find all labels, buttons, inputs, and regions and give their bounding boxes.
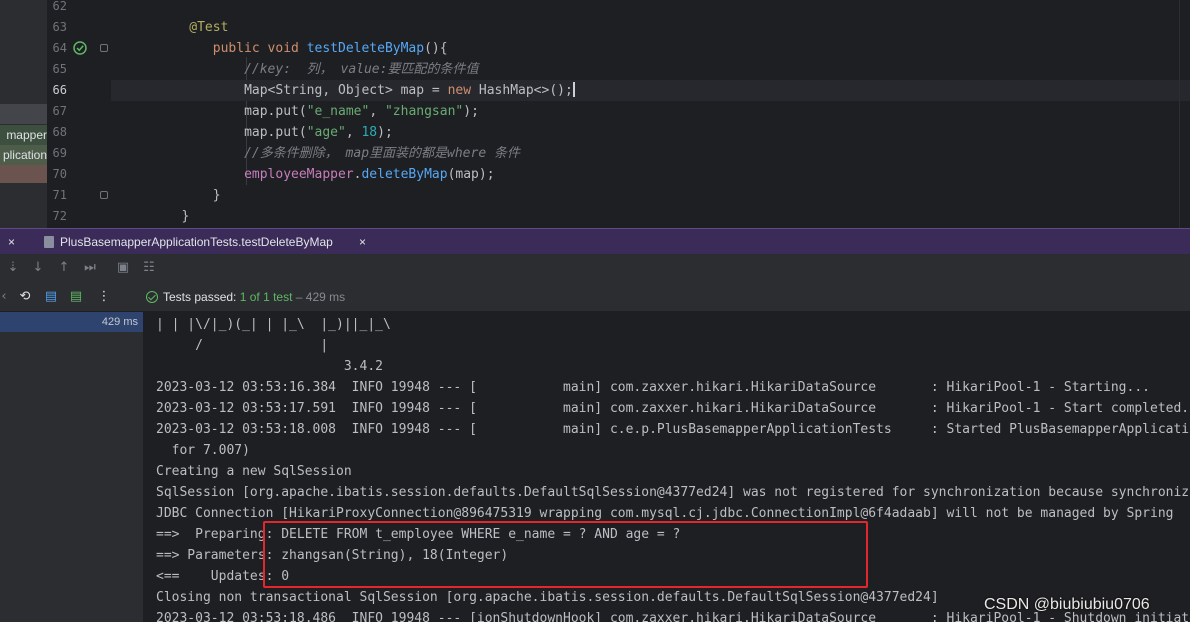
line-number: 64 (52, 41, 67, 55)
line-number: 72 (52, 209, 67, 223)
console-line: 3.4.2 (156, 359, 383, 374)
history-icon[interactable]: ⟲ (17, 289, 33, 305)
test-status: Tests passed: 1 of 1 test – 429 ms (146, 282, 345, 312)
console-line: 2023-03-12 03:53:17.591 INFO 19948 --- [… (156, 401, 1190, 416)
project-item-application[interactable]: plication (0, 145, 47, 165)
more-options-icon[interactable]: ⋮ (96, 289, 112, 305)
watermark: CSDN @biubiubiu0706 (984, 596, 1150, 613)
tab-test-run[interactable]: PlusBasemapperApplicationTests.testDelet… (44, 229, 333, 255)
line-number: 70 (52, 167, 67, 181)
code-line-66-current: Map<String, Object> map = new HashMap<>(… (111, 80, 1190, 101)
export-tests-icon[interactable]: ▤ (68, 289, 84, 305)
code-line-68: map.put("age", 18); (244, 125, 393, 140)
test-status-bar: ‹ ⟲ ▤ ▤ ⋮ Tests passed: 1 of 1 test – 42… (0, 282, 1190, 312)
test-passed-run-icon[interactable] (73, 41, 87, 55)
line-number: 71 (52, 188, 67, 202)
run-tab-bar: × PlusBasemapperApplicationTests.testDel… (0, 228, 1190, 254)
line-number-current: 66 (52, 83, 67, 97)
line-number: 67 (52, 104, 67, 118)
console-line: 2023-03-12 03:53:16.384 INFO 19948 --- [… (156, 380, 1150, 395)
project-tree-strip: mapper plication (0, 0, 47, 228)
code-area[interactable]: @Test public void testDeleteByMap(){ //k… (111, 0, 1190, 228)
code-line-63: @Test (189, 20, 229, 35)
line-number: 63 (52, 20, 67, 34)
console-line: / | (156, 338, 329, 353)
fold-icon[interactable] (100, 191, 108, 199)
code-line-64: public void testDeleteByMap(){ (212, 41, 448, 56)
code-line-71: } (212, 188, 221, 203)
step-down-icon[interactable]: ↓ (30, 260, 46, 276)
project-item[interactable] (0, 104, 47, 124)
passed-check-icon (146, 291, 158, 303)
code-editor[interactable]: mapper plication 62 63 64 65 66 67 68 69… (0, 0, 1190, 228)
highlight-box (263, 521, 868, 588)
line-number: 68 (52, 125, 67, 139)
list-icon[interactable]: ☷ (141, 260, 157, 276)
line-number: 62 (52, 0, 67, 13)
test-tree-row[interactable]: 429 ms (0, 312, 143, 332)
line-number: 65 (52, 62, 67, 76)
console-line: Creating a new SqlSession (156, 464, 352, 479)
console-line: for 7.007) (156, 443, 250, 458)
run-toolbar: ⇣ ↓ ↑ ⏭ ▣ ☷ (0, 254, 1190, 282)
test-duration: 429 ms (101, 316, 138, 328)
text-caret (572, 82, 575, 97)
rerun-down-icon[interactable]: ⇣ (5, 260, 21, 276)
code-line-69: //多条件删除， map里面装的都是where 条件 (244, 146, 520, 161)
code-line-72: } (181, 209, 190, 224)
duration: – 429 ms (295, 290, 346, 304)
code-line-65: //key: 列， value:要匹配的条件值 (244, 62, 479, 77)
line-number: 69 (52, 146, 67, 160)
console-line: | | |\/|_)(_| | |_\ |_)||_|_\ (156, 317, 391, 332)
console-line: SqlSession [org.apache.ibatis.session.de… (156, 485, 1190, 500)
line-gutter: 62 63 64 65 66 67 68 69 70 71 72 (47, 0, 111, 228)
console-icon[interactable]: ▣ (115, 260, 131, 276)
console-line: 2023-03-12 03:53:18.008 INFO 19948 --- [… (156, 422, 1190, 437)
project-item-mapper[interactable]: mapper (0, 125, 47, 145)
tab-close-button[interactable]: × (8, 229, 20, 255)
code-line-67: map.put("e_name", "zhangsan"); (244, 104, 479, 119)
right-margin-guide (1179, 0, 1180, 228)
test-tree: 429 ms (0, 312, 143, 622)
fold-icon[interactable] (100, 44, 108, 52)
chevron-icon[interactable]: ‹ (0, 289, 12, 305)
code-line-70: employeeMapper.deleteByMap(map); (244, 167, 495, 182)
import-tests-icon[interactable]: ▤ (43, 289, 59, 305)
total-label: of 1 test (249, 290, 293, 304)
passed-count: 1 (239, 290, 247, 304)
skip-icon[interactable]: ⏭ (82, 260, 98, 276)
tab-close-button[interactable]: × (359, 229, 366, 255)
step-up-icon[interactable]: ↑ (56, 260, 72, 276)
console-line: Closing non transactional SqlSession [or… (156, 590, 939, 605)
project-item-selected[interactable] (0, 165, 47, 183)
passed-label: Tests passed: (163, 290, 237, 304)
